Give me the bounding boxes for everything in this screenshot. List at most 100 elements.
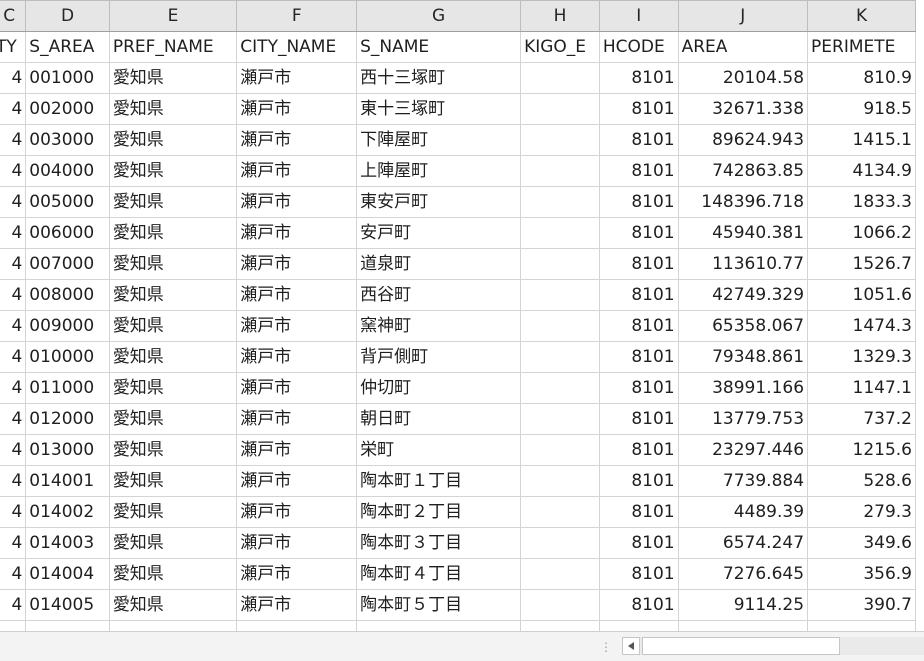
cell-c[interactable] — [0, 620, 27, 631]
column-header-d[interactable]: D — [25, 0, 110, 32]
cell-s-name[interactable]: 仲切町 — [356, 372, 522, 404]
cell-perim[interactable]: 4134.9 — [807, 155, 916, 187]
cell-kigo[interactable] — [520, 527, 600, 559]
cell-s-area[interactable]: 007000 — [25, 248, 110, 280]
cell-s-name[interactable]: 朝日町 — [356, 403, 522, 435]
cell-area[interactable] — [677, 620, 809, 631]
column-header-k[interactable]: K — [807, 0, 916, 32]
cell-city[interactable]: 瀬戸市 — [236, 527, 358, 559]
cell-s-name[interactable]: 窯神町 — [356, 310, 522, 342]
cell-s-name[interactable]: 陶本町４丁目 — [356, 558, 522, 590]
cell-perim[interactable]: 1147.1 — [807, 372, 916, 404]
cell-area[interactable]: 23297.446 — [677, 434, 809, 466]
cell-s-name[interactable]: 東安戸町 — [356, 186, 522, 218]
cell-kigo[interactable] — [520, 372, 600, 404]
cell-s-area[interactable]: 001000 — [25, 62, 110, 94]
cell-perim[interactable]: 528.6 — [807, 465, 916, 497]
cell-kigo[interactable] — [520, 248, 600, 280]
cell-pref[interactable]: 愛知県 — [108, 496, 238, 528]
cell-perim[interactable]: 1329.3 — [807, 341, 916, 373]
cell-c[interactable]: 4 — [0, 186, 27, 218]
field-header-cell[interactable]: HCODE — [598, 31, 679, 63]
cell-pref[interactable]: 愛知県 — [108, 372, 238, 404]
cell-city[interactable]: 瀬戸市 — [236, 62, 358, 94]
cell-hcode[interactable]: 8101 — [598, 124, 679, 156]
cell-s-area[interactable]: 009000 — [25, 310, 110, 342]
column-header-i[interactable]: I — [598, 0, 679, 32]
cell-kigo[interactable] — [520, 310, 600, 342]
cell-c[interactable]: 4 — [0, 217, 27, 249]
cell-perim[interactable]: 737.2 — [807, 403, 916, 435]
cell-perim[interactable]: 1474.3 — [807, 310, 916, 342]
cell-kigo[interactable] — [520, 465, 600, 497]
cell-area[interactable]: 742863.85 — [677, 155, 809, 187]
cell-pref[interactable]: 愛知県 — [108, 248, 238, 280]
cell-pref[interactable]: 愛知県 — [108, 341, 238, 373]
cell-hcode[interactable]: 8101 — [598, 310, 679, 342]
cell-area[interactable]: 9114.25 — [677, 589, 809, 621]
column-header-e[interactable]: E — [108, 0, 238, 32]
field-header-cell[interactable]: CITY_NAME — [236, 31, 358, 63]
cell-area[interactable]: 13779.753 — [677, 403, 809, 435]
cell-pref[interactable]: 愛知県 — [108, 527, 238, 559]
cell-hcode[interactable]: 8101 — [598, 155, 679, 187]
cell-s-area[interactable]: 012000 — [25, 403, 110, 435]
cell-s-area[interactable]: 014001 — [25, 465, 110, 497]
cell-s-name[interactable]: 下陣屋町 — [356, 124, 522, 156]
cell-hcode[interactable]: 8101 — [598, 558, 679, 590]
cell-area[interactable]: 7276.645 — [677, 558, 809, 590]
cell-c[interactable]: 4 — [0, 465, 27, 497]
cell-hcode[interactable]: 8101 — [598, 527, 679, 559]
cell-kigo[interactable] — [520, 62, 600, 94]
cell-hcode[interactable]: 8101 — [598, 248, 679, 280]
cell-area[interactable]: 113610.77 — [677, 248, 809, 280]
cell-city[interactable]: 瀬戸市 — [236, 217, 358, 249]
cell-city[interactable]: 瀬戸市 — [236, 248, 358, 280]
cell-kigo[interactable] — [520, 93, 600, 125]
cell-city[interactable]: 瀬戸市 — [236, 496, 358, 528]
cell-s-area[interactable] — [25, 620, 110, 631]
cell-area[interactable]: 148396.718 — [677, 186, 809, 218]
cell-city[interactable]: 瀬戸市 — [236, 403, 358, 435]
cell-city[interactable]: 瀬戸市 — [236, 155, 358, 187]
cell-hcode[interactable]: 8101 — [598, 465, 679, 497]
cell-s-name[interactable]: 陶本町５丁目 — [356, 589, 522, 621]
cell-perim[interactable]: 810.9 — [807, 62, 916, 94]
cell-area[interactable]: 89624.943 — [677, 124, 809, 156]
cell-city[interactable]: 瀬戸市 — [236, 93, 358, 125]
cell-hcode[interactable]: 8101 — [598, 403, 679, 435]
cell-s-area[interactable]: 006000 — [25, 217, 110, 249]
triangle-left-icon[interactable] — [622, 637, 640, 655]
cell-c[interactable]: 4 — [0, 279, 27, 311]
cell-city[interactable]: 瀬戸市 — [236, 372, 358, 404]
cell-s-area[interactable]: 014002 — [25, 496, 110, 528]
cell-perim[interactable]: 1526.7 — [807, 248, 916, 280]
field-header-cell[interactable]: PREF_NAME — [108, 31, 238, 63]
cell-pref[interactable]: 愛知県 — [108, 279, 238, 311]
cell-city[interactable]: 瀬戸市 — [236, 558, 358, 590]
cell-kigo[interactable] — [520, 279, 600, 311]
cell-c[interactable]: 4 — [0, 310, 27, 342]
cell-kigo[interactable] — [520, 620, 600, 631]
cell-city[interactable]: 瀬戸市 — [236, 186, 358, 218]
cell-c[interactable]: 4 — [0, 341, 27, 373]
cell-area[interactable]: 4489.39 — [677, 496, 809, 528]
cell-c[interactable]: 4 — [0, 62, 27, 94]
cell-s-area[interactable]: 011000 — [25, 372, 110, 404]
horizontal-scrollbar[interactable] — [622, 637, 924, 655]
cell-perim[interactable]: 1066.2 — [807, 217, 916, 249]
cell-area[interactable]: 38991.166 — [677, 372, 809, 404]
field-header-cell[interactable]: S_NAME — [356, 31, 522, 63]
cell-s-area[interactable]: 003000 — [25, 124, 110, 156]
cell-hcode[interactable]: 8101 — [598, 372, 679, 404]
cell-perim[interactable]: 1833.3 — [807, 186, 916, 218]
cell-city[interactable]: 瀬戸市 — [236, 124, 358, 156]
cell-s-name[interactable]: 安戸町 — [356, 217, 522, 249]
cell-s-name[interactable]: 道泉町 — [356, 248, 522, 280]
cell-s-area[interactable]: 014004 — [25, 558, 110, 590]
cell-s-name[interactable]: 陶本町３丁目 — [356, 527, 522, 559]
cell-city[interactable]: 瀬戸市 — [236, 341, 358, 373]
cell-city[interactable]: 瀬戸市 — [236, 279, 358, 311]
cell-s-area[interactable]: 002000 — [25, 93, 110, 125]
cell-s-name[interactable]: 西谷町 — [356, 279, 522, 311]
